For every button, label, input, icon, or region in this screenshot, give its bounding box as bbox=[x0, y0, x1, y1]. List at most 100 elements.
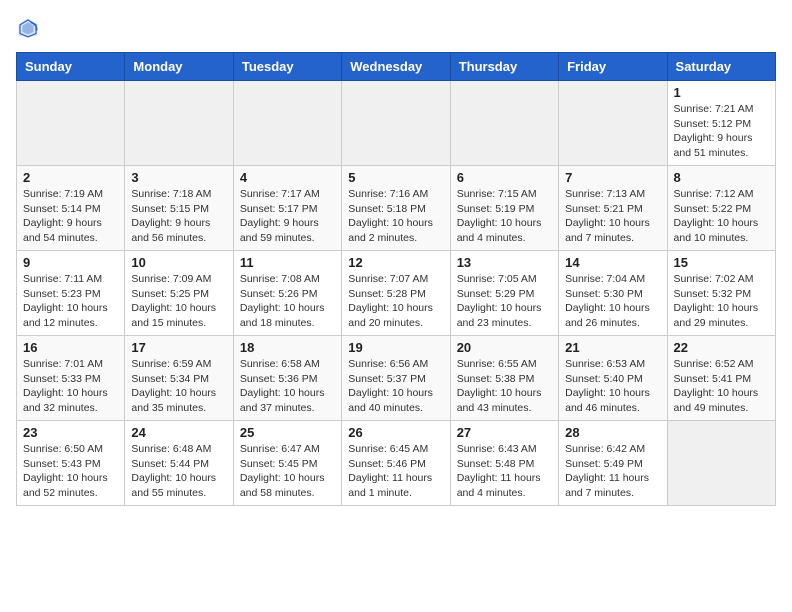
weekday-header-friday: Friday bbox=[559, 53, 667, 81]
day-number: 27 bbox=[457, 425, 552, 440]
calendar-cell: 7 Sunrise: 7:13 AM Sunset: 5:21 PM Daylig… bbox=[559, 166, 667, 251]
calendar-cell: 9 Sunrise: 7:11 AM Sunset: 5:23 PM Daylig… bbox=[17, 251, 125, 336]
day-number: 7 bbox=[565, 170, 660, 185]
calendar-cell: 11 Sunrise: 7:08 AM Sunset: 5:26 PM Dayli… bbox=[233, 251, 341, 336]
calendar-cell: 8 Sunrise: 7:12 AM Sunset: 5:22 PM Daylig… bbox=[667, 166, 775, 251]
day-info: Sunrise: 7:13 AM Sunset: 5:21 PM Dayligh… bbox=[565, 187, 660, 246]
day-info: Sunrise: 7:01 AM Sunset: 5:33 PM Dayligh… bbox=[23, 357, 118, 416]
week-row-2: 2 Sunrise: 7:19 AM Sunset: 5:14 PM Daylig… bbox=[17, 166, 776, 251]
day-number: 10 bbox=[131, 255, 226, 270]
calendar-cell: 22Sunrise: 6:52 AM Sunset: 5:41 PM Dayli… bbox=[667, 336, 775, 421]
day-number: 6 bbox=[457, 170, 552, 185]
day-number: 26 bbox=[348, 425, 443, 440]
day-number: 8 bbox=[674, 170, 769, 185]
week-row-3: 9 Sunrise: 7:11 AM Sunset: 5:23 PM Daylig… bbox=[17, 251, 776, 336]
page-header bbox=[16, 16, 776, 40]
calendar-cell bbox=[667, 421, 775, 506]
calendar-cell: 16 Sunrise: 7:01 AM Sunset: 5:33 PM Dayli… bbox=[17, 336, 125, 421]
day-info: Sunrise: 6:43 AM Sunset: 5:48 PM Dayligh… bbox=[457, 442, 552, 501]
day-info: Sunrise: 7:04 AM Sunset: 5:30 PM Dayligh… bbox=[565, 272, 660, 331]
calendar-cell: 26 Sunrise: 6:45 AM Sunset: 5:46 PM Dayli… bbox=[342, 421, 450, 506]
day-info: Sunrise: 7:12 AM Sunset: 5:22 PM Dayligh… bbox=[674, 187, 769, 246]
day-number: 18 bbox=[240, 340, 335, 355]
day-number: 13 bbox=[457, 255, 552, 270]
weekday-header-sunday: Sunday bbox=[17, 53, 125, 81]
calendar-cell: 4 Sunrise: 7:17 AM Sunset: 5:17 PM Daylig… bbox=[233, 166, 341, 251]
day-number: 1 bbox=[674, 85, 769, 100]
day-info: Sunrise: 6:48 AM Sunset: 5:44 PM Dayligh… bbox=[131, 442, 226, 501]
day-number: 20 bbox=[457, 340, 552, 355]
day-number: 4 bbox=[240, 170, 335, 185]
day-number: 17 bbox=[131, 340, 226, 355]
day-info: Sunrise: 7:05 AM Sunset: 5:29 PM Dayligh… bbox=[457, 272, 552, 331]
week-row-5: 23 Sunrise: 6:50 AM Sunset: 5:43 PM Dayli… bbox=[17, 421, 776, 506]
logo bbox=[16, 16, 44, 40]
day-info: Sunrise: 7:19 AM Sunset: 5:14 PM Dayligh… bbox=[23, 187, 118, 246]
day-info: Sunrise: 6:53 AM Sunset: 5:40 PM Dayligh… bbox=[565, 357, 660, 416]
calendar-cell: 5Sunrise: 7:16 AM Sunset: 5:18 PM Daylig… bbox=[342, 166, 450, 251]
calendar-cell: 15 Sunrise: 7:02 AM Sunset: 5:32 PM Dayli… bbox=[667, 251, 775, 336]
day-number: 14 bbox=[565, 255, 660, 270]
calendar-cell: 18 Sunrise: 6:58 AM Sunset: 5:36 PM Dayli… bbox=[233, 336, 341, 421]
calendar-cell: 17 Sunrise: 6:59 AM Sunset: 5:34 PM Dayli… bbox=[125, 336, 233, 421]
calendar-cell: 27 Sunrise: 6:43 AM Sunset: 5:48 PM Dayli… bbox=[450, 421, 558, 506]
day-number: 15 bbox=[674, 255, 769, 270]
calendar-cell: 14 Sunrise: 7:04 AM Sunset: 5:30 PM Dayli… bbox=[559, 251, 667, 336]
day-info: Sunrise: 7:09 AM Sunset: 5:25 PM Dayligh… bbox=[131, 272, 226, 331]
calendar-cell bbox=[17, 81, 125, 166]
day-info: Sunrise: 6:42 AM Sunset: 5:49 PM Dayligh… bbox=[565, 442, 660, 501]
calendar-cell: 19 Sunrise: 6:56 AM Sunset: 5:37 PM Dayli… bbox=[342, 336, 450, 421]
weekday-header-wednesday: Wednesday bbox=[342, 53, 450, 81]
day-info: Sunrise: 6:59 AM Sunset: 5:34 PM Dayligh… bbox=[131, 357, 226, 416]
day-info: Sunrise: 6:58 AM Sunset: 5:36 PM Dayligh… bbox=[240, 357, 335, 416]
day-info: Sunrise: 7:02 AM Sunset: 5:32 PM Dayligh… bbox=[674, 272, 769, 331]
calendar-cell: 20 Sunrise: 6:55 AM Sunset: 5:38 PM Dayli… bbox=[450, 336, 558, 421]
day-number: 2 bbox=[23, 170, 118, 185]
day-number: 22 bbox=[674, 340, 769, 355]
day-info: Sunrise: 7:11 AM Sunset: 5:23 PM Dayligh… bbox=[23, 272, 118, 331]
day-info: Sunrise: 7:21 AM Sunset: 5:12 PM Dayligh… bbox=[674, 102, 769, 161]
calendar-cell: 1 Sunrise: 7:21 AM Sunset: 5:12 PM Daylig… bbox=[667, 81, 775, 166]
calendar-cell bbox=[125, 81, 233, 166]
weekday-header-tuesday: Tuesday bbox=[233, 53, 341, 81]
calendar-cell: 23 Sunrise: 6:50 AM Sunset: 5:43 PM Dayli… bbox=[17, 421, 125, 506]
day-number: 3 bbox=[131, 170, 226, 185]
calendar-cell: 10 Sunrise: 7:09 AM Sunset: 5:25 PM Dayli… bbox=[125, 251, 233, 336]
day-info: Sunrise: 7:18 AM Sunset: 5:15 PM Dayligh… bbox=[131, 187, 226, 246]
day-number: 28 bbox=[565, 425, 660, 440]
day-number: 9 bbox=[23, 255, 118, 270]
day-info: Sunrise: 6:47 AM Sunset: 5:45 PM Dayligh… bbox=[240, 442, 335, 501]
calendar-cell: 2 Sunrise: 7:19 AM Sunset: 5:14 PM Daylig… bbox=[17, 166, 125, 251]
day-number: 11 bbox=[240, 255, 335, 270]
day-number: 23 bbox=[23, 425, 118, 440]
day-info: Sunrise: 6:55 AM Sunset: 5:38 PM Dayligh… bbox=[457, 357, 552, 416]
calendar-cell: 24Sunrise: 6:48 AM Sunset: 5:44 PM Dayli… bbox=[125, 421, 233, 506]
day-info: Sunrise: 7:08 AM Sunset: 5:26 PM Dayligh… bbox=[240, 272, 335, 331]
calendar-cell bbox=[233, 81, 341, 166]
week-row-4: 16 Sunrise: 7:01 AM Sunset: 5:33 PM Dayli… bbox=[17, 336, 776, 421]
weekday-header-monday: Monday bbox=[125, 53, 233, 81]
weekday-header-row: SundayMondayTuesdayWednesdayThursdayFrid… bbox=[17, 53, 776, 81]
day-info: Sunrise: 7:07 AM Sunset: 5:28 PM Dayligh… bbox=[348, 272, 443, 331]
calendar-cell: 13 Sunrise: 7:05 AM Sunset: 5:29 PM Dayli… bbox=[450, 251, 558, 336]
day-number: 5 bbox=[348, 170, 443, 185]
day-info: Sunrise: 7:17 AM Sunset: 5:17 PM Dayligh… bbox=[240, 187, 335, 246]
week-row-1: 1 Sunrise: 7:21 AM Sunset: 5:12 PM Daylig… bbox=[17, 81, 776, 166]
day-info: Sunrise: 6:45 AM Sunset: 5:46 PM Dayligh… bbox=[348, 442, 443, 501]
day-number: 25 bbox=[240, 425, 335, 440]
day-info: Sunrise: 6:50 AM Sunset: 5:43 PM Dayligh… bbox=[23, 442, 118, 501]
day-info: Sunrise: 6:56 AM Sunset: 5:37 PM Dayligh… bbox=[348, 357, 443, 416]
calendar-cell bbox=[450, 81, 558, 166]
day-number: 19 bbox=[348, 340, 443, 355]
calendar-cell: 21 Sunrise: 6:53 AM Sunset: 5:40 PM Dayli… bbox=[559, 336, 667, 421]
day-info: Sunrise: 7:15 AM Sunset: 5:19 PM Dayligh… bbox=[457, 187, 552, 246]
day-number: 16 bbox=[23, 340, 118, 355]
calendar-cell bbox=[342, 81, 450, 166]
calendar-table: SundayMondayTuesdayWednesdayThursdayFrid… bbox=[16, 52, 776, 506]
day-number: 12 bbox=[348, 255, 443, 270]
day-number: 21 bbox=[565, 340, 660, 355]
calendar-cell: 6 Sunrise: 7:15 AM Sunset: 5:19 PM Daylig… bbox=[450, 166, 558, 251]
calendar-cell: 28 Sunrise: 6:42 AM Sunset: 5:49 PM Dayli… bbox=[559, 421, 667, 506]
calendar-cell: 12 Sunrise: 7:07 AM Sunset: 5:28 PM Dayli… bbox=[342, 251, 450, 336]
weekday-header-thursday: Thursday bbox=[450, 53, 558, 81]
